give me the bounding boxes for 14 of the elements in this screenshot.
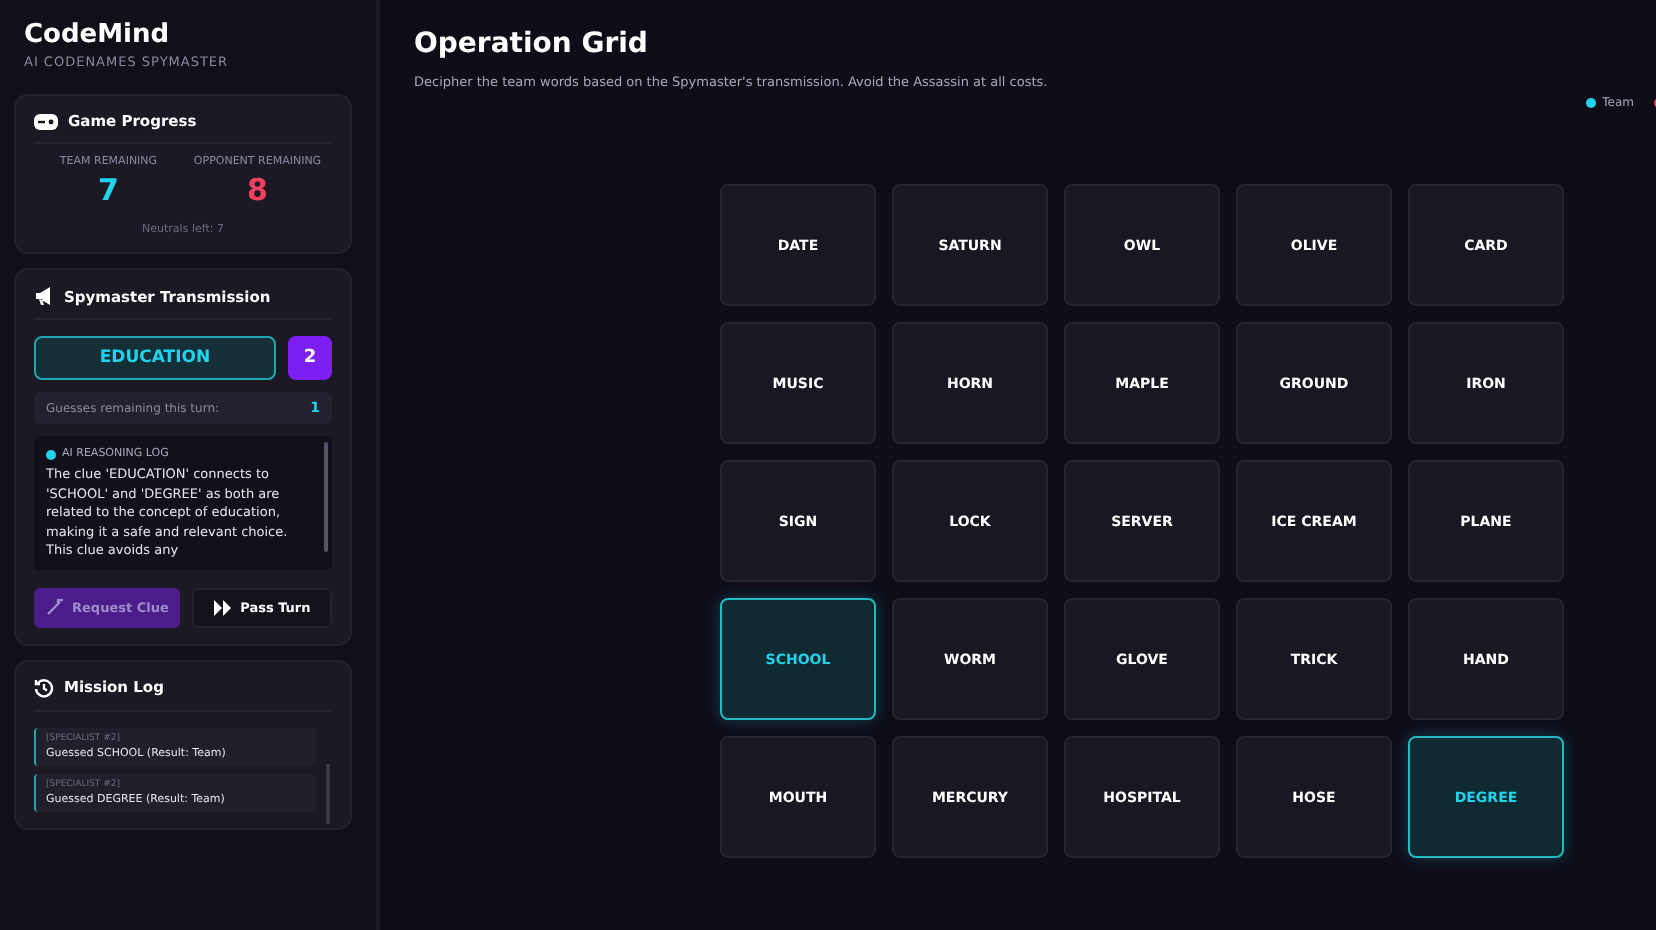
scrollbar[interactable]: [326, 763, 330, 823]
megaphone-icon: [34, 286, 54, 306]
opponent-count: 8: [245, 172, 270, 208]
fast-forward-icon: [214, 599, 233, 615]
scrollbar[interactable]: [324, 442, 328, 552]
clue-word: EDUCATION: [34, 336, 276, 380]
gamepad-icon: [34, 113, 58, 129]
clue-count: 2: [288, 336, 332, 380]
wand-icon: [46, 598, 64, 616]
team-count: 7: [96, 172, 121, 208]
status-dot: [46, 449, 56, 459]
app-title: CodeMind: [24, 20, 172, 50]
history-icon: [34, 677, 54, 697]
page-title: Operation Grid: [414, 28, 650, 60]
